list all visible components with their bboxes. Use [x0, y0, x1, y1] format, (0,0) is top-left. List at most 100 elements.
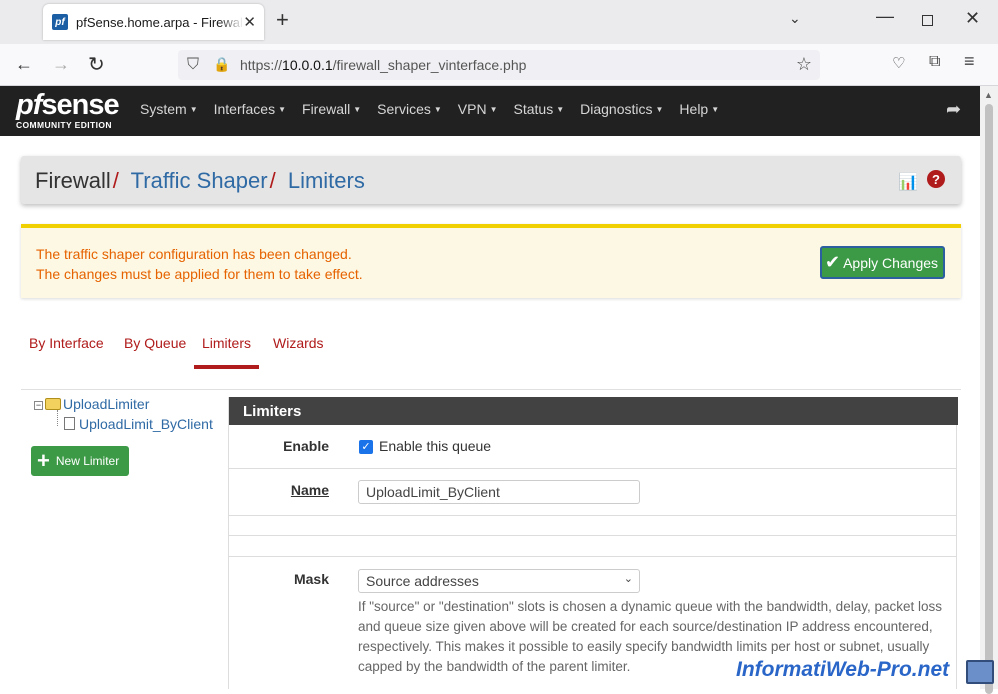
vertical-scrollbar[interactable]: ▲ [980, 86, 998, 694]
url-host: 10.0.0.1 [282, 57, 333, 73]
new-limiter-button[interactable]: + New Limiter [31, 446, 129, 476]
minimize-icon[interactable]: — [876, 6, 894, 27]
new-limiter-label: New Limiter [55, 454, 120, 468]
panel-title: Limiters [229, 397, 958, 425]
check-icon: ✔ [825, 252, 841, 272]
apply-changes-button[interactable]: ✔ Apply Changes [820, 246, 945, 279]
caret-down-icon: ▼ [489, 105, 498, 114]
bar-chart-icon[interactable]: 📊 [898, 172, 918, 192]
limiters-panel: Limiters Enable ✓ Enable this queue Name… [228, 397, 958, 689]
menu-label: Diagnostics [580, 101, 653, 117]
menu-status[interactable]: Status ▼ [506, 86, 573, 136]
extensions-icon[interactable]: ⧉ [929, 53, 940, 71]
shield-icon[interactable]: ⛉ [187, 56, 199, 74]
window-close-icon[interactable]: ✕ [965, 8, 980, 29]
tree-connector [57, 410, 58, 426]
breadcrumb-separator: / [269, 168, 276, 193]
caret-down-icon: ▼ [655, 105, 664, 114]
breadcrumb-traffic-shaper[interactable]: Traffic Shaper [131, 168, 268, 193]
file-icon [64, 417, 75, 430]
menu-help[interactable]: Help ▼ [671, 86, 727, 136]
apply-changes-label: Apply Changes [843, 254, 939, 271]
tree-item-label: UploadLimiter [63, 396, 150, 412]
reload-icon[interactable]: ↻ [88, 52, 105, 77]
tree-item-upload-limiter[interactable]: − UploadLimiter [34, 396, 149, 412]
caret-down-icon: ▼ [353, 105, 362, 114]
enable-row: Enable ✓ Enable this queue [229, 425, 956, 469]
alert-line-2: The changes must be applied for them to … [36, 266, 363, 282]
watermark-computer-icon [966, 660, 994, 684]
page-viewport: pfsense COMMUNITY EDITION System ▼ Interf… [0, 86, 980, 689]
caret-down-icon: ▼ [189, 105, 198, 114]
maximize-icon[interactable] [922, 15, 933, 26]
chevron-down-icon[interactable]: ⌄ [789, 10, 801, 27]
caret-down-icon: ▼ [433, 105, 442, 114]
collapse-icon[interactable]: − [34, 401, 43, 410]
shaper-tabs: By Interface By Queue Limiters Wizards [21, 326, 961, 390]
alert-line-1: The traffic shaper configuration has bee… [36, 246, 352, 262]
mask-select[interactable]: Source addresses ⌄ [358, 569, 640, 593]
logout-icon[interactable]: ➦ [946, 99, 961, 120]
spacer-row [229, 536, 956, 557]
scroll-up-icon[interactable]: ▲ [984, 90, 993, 100]
tree-item-upload-limit-by-client[interactable]: UploadLimit_ByClient [64, 416, 213, 432]
mask-selected-value: Source addresses [366, 573, 479, 589]
menu-interfaces[interactable]: Interfaces ▼ [206, 86, 294, 136]
tab-title: pfSense.home.arpa - Firewall: Traffic Sh… [76, 14, 244, 30]
forward-arrow-icon[interactable]: → [52, 54, 70, 75]
name-row: Name UploadLimit_ByClient [229, 469, 956, 516]
menu-label: Interfaces [213, 101, 276, 117]
help-icon[interactable]: ? [927, 170, 945, 188]
enable-checkbox-label[interactable]: Enable this queue [379, 438, 491, 454]
tree-item-label: UploadLimit_ByClient [79, 416, 213, 432]
new-tab-icon[interactable]: + [276, 9, 289, 31]
lock-icon[interactable]: 🔒 [213, 56, 230, 73]
name-label: Name [290, 482, 329, 498]
logo-sense: sense [41, 89, 119, 121]
url-path: /firewall_shaper_vinterface.php [332, 57, 527, 73]
tab-limiters[interactable]: Limiters [194, 335, 260, 369]
name-input[interactable]: UploadLimit_ByClient [358, 480, 640, 504]
hamburger-menu-icon[interactable]: ≡ [964, 51, 975, 72]
breadcrumb-limiters[interactable]: Limiters [288, 168, 365, 193]
enable-label: Enable [283, 438, 329, 454]
watermark: InformatiWeb-Pro.net [736, 658, 950, 681]
menu-vpn[interactable]: VPN ▼ [450, 86, 506, 136]
logo-word: pfsense [16, 89, 124, 121]
folder-icon [45, 398, 61, 410]
tab-wizards[interactable]: Wizards [273, 335, 324, 351]
main-menu: System ▼ Interfaces ▼ Firewall ▼ Services ▼ … [132, 86, 727, 136]
breadcrumb: Firewall/ Traffic Shaper/ Limiters 📊 ? [21, 156, 961, 204]
scrollbar-thumb[interactable] [985, 104, 993, 694]
menu-system[interactable]: System ▼ [132, 86, 206, 136]
url-prefix: https:// [240, 57, 283, 73]
spacer-row [229, 516, 956, 536]
menu-services[interactable]: Services ▼ [369, 86, 450, 136]
menu-label: VPN [457, 101, 487, 117]
caret-down-icon: ▼ [556, 105, 565, 114]
pfsense-navbar: pfsense COMMUNITY EDITION System ▼ Interf… [0, 86, 980, 136]
back-arrow-icon[interactable]: ← [15, 54, 33, 75]
menu-firewall[interactable]: Firewall ▼ [294, 86, 369, 136]
enable-checkbox[interactable]: ✓ [359, 440, 373, 454]
pocket-icon[interactable]: ♡ [892, 54, 905, 72]
plus-icon: + [37, 448, 50, 473]
caret-down-icon: ▼ [278, 105, 287, 114]
menu-label: Firewall [302, 101, 351, 117]
chevron-down-icon: ⌄ [623, 573, 633, 585]
browser-nav-bar: ← → ↻ ⛉ 🔒 https://10.0.0.1/firewall_shap… [0, 44, 998, 86]
pfsense-favicon-icon: pf [52, 14, 68, 30]
logo-subtitle: COMMUNITY EDITION [16, 120, 112, 130]
address-bar[interactable]: ⛉ 🔒 https://10.0.0.1/firewall_shaper_vin… [178, 50, 820, 80]
pfsense-logo[interactable]: pfsense COMMUNITY EDITION [16, 91, 124, 131]
caret-down-icon: ▼ [711, 105, 720, 114]
browser-tab[interactable]: pf pfSense.home.arpa - Firewall: Traffic… [43, 4, 264, 40]
breadcrumb-separator: / [112, 168, 119, 193]
bookmark-star-icon[interactable]: ☆ [796, 54, 812, 75]
url-text[interactable]: https://10.0.0.1/firewall_shaper_vinterf… [240, 57, 526, 73]
tab-by-queue[interactable]: By Queue [124, 335, 186, 351]
menu-label: System [140, 101, 187, 117]
tab-close-icon[interactable]: ✕ [243, 13, 256, 31]
tab-by-interface[interactable]: By Interface [29, 335, 104, 351]
menu-diagnostics[interactable]: Diagnostics ▼ [572, 86, 671, 136]
